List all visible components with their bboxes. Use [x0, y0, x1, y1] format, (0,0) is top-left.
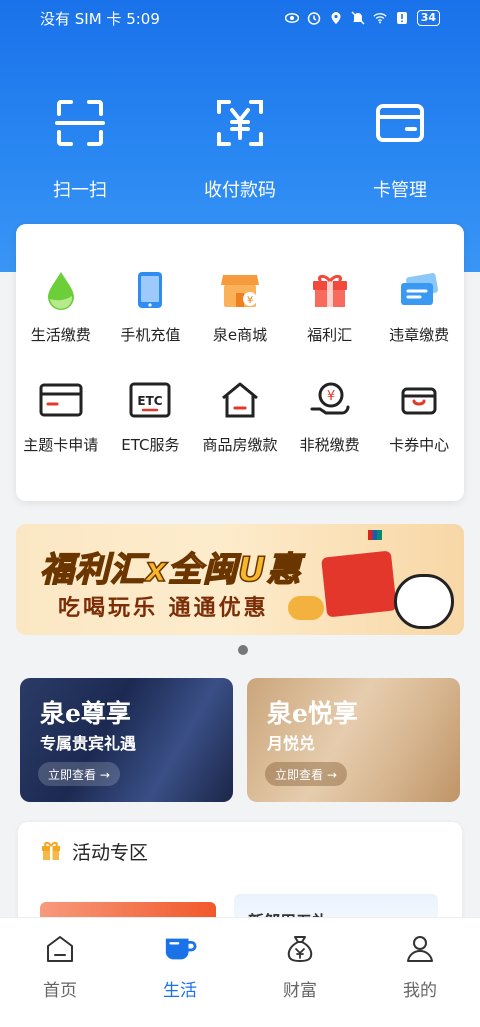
banner-title: 福利汇x全闽U惠 — [39, 549, 302, 591]
house-icon — [218, 378, 262, 422]
svg-text:¥: ¥ — [326, 389, 334, 404]
promo-monthly-view-button[interactable]: 立即查看 → — [265, 762, 347, 786]
life-payment-label: 生活缴费 — [30, 326, 91, 344]
house-payment-label: 商品房缴款 — [202, 436, 278, 454]
services-panel: 生活缴费 手机充值 ¥ 泉e商城 福利汇 违章缴费 主题卡申请 ETC ETC服… — [16, 224, 464, 501]
bottom-tab-bar: 首页 生活 财富 我的 — [0, 917, 480, 1027]
tab-wealth-label: 财富 — [283, 981, 317, 1001]
wifi-icon — [373, 11, 387, 25]
tab-mine[interactable]: 我的 — [360, 918, 480, 1027]
banner-subtitle: 吃喝玩乐 通通优惠 — [58, 596, 269, 621]
carousel-indicator — [238, 645, 248, 655]
etc-service-button[interactable]: ETC ETC服务 — [106, 378, 196, 455]
alarm-icon — [307, 11, 321, 25]
traffic-fine-button[interactable]: 违章缴费 — [374, 268, 464, 345]
promo-banner[interactable]: 福利汇x全闽U惠 吃喝玩乐 通通优惠 — [16, 524, 464, 635]
coupon-icon — [397, 378, 441, 422]
theme-card-icon — [39, 378, 83, 422]
theme-card-button[interactable]: 主题卡申请 — [16, 378, 106, 455]
e-mall-button[interactable]: ¥ 泉e商城 — [195, 268, 285, 345]
scan-label: 扫一扫 — [53, 180, 107, 201]
svg-text:ETC: ETC — [138, 394, 163, 408]
payment-code-button[interactable]: 收付款码 — [160, 96, 320, 202]
hand-coin-icon: ¥ — [308, 378, 352, 422]
user-icon — [403, 932, 437, 966]
non-tax-button[interactable]: ¥ 非税缴费 — [285, 378, 375, 455]
shop-icon: ¥ — [218, 268, 262, 312]
promo-vip-subtitle: 专属贵宾礼遇 — [40, 734, 137, 753]
phone-recharge-button[interactable]: 手机充值 — [106, 268, 196, 345]
money-bag-icon — [283, 932, 317, 966]
welfare-button[interactable]: 福利汇 — [285, 268, 375, 345]
promo-vip-view-button[interactable]: 立即查看 → — [38, 762, 120, 786]
coupon-center-button[interactable]: 卡券中心 — [374, 378, 464, 455]
tab-life-label: 生活 — [163, 981, 197, 1001]
status-time: 没有 SIM 卡 5:09 — [40, 9, 160, 28]
coupon-center-label: 卡券中心 — [389, 436, 450, 454]
house-payment-button[interactable]: 商品房缴款 — [195, 378, 285, 455]
tab-mine-label: 我的 — [403, 981, 437, 1001]
ticket-icon — [397, 268, 441, 312]
theme-card-label: 主题卡申请 — [23, 436, 99, 454]
promo-monthly-title: 泉e悦享 — [267, 699, 358, 728]
water-drop-icon — [39, 268, 83, 312]
phone-icon — [128, 268, 172, 312]
tab-home[interactable]: 首页 — [0, 918, 120, 1027]
card-icon — [373, 96, 427, 154]
tab-life[interactable]: 生活 — [120, 918, 240, 1027]
tab-wealth[interactable]: 财富 — [240, 918, 360, 1027]
etc-service-label: ETC服务 — [121, 436, 180, 454]
battery-indicator: 34 — [416, 10, 440, 26]
services-row-1: 生活缴费 手机充值 ¥ 泉e商城 福利汇 违章缴费 — [16, 268, 464, 345]
e-mall-label: 泉e商城 — [212, 326, 268, 344]
status-bar: 没有 SIM 卡 5:09 34 — [0, 0, 480, 36]
mute-icon — [351, 11, 365, 25]
eye-icon — [284, 11, 299, 25]
card-manage-button[interactable]: 卡管理 — [320, 96, 480, 202]
gift-box-icon — [40, 839, 62, 865]
scan-icon — [53, 96, 107, 154]
payment-code-icon — [213, 96, 267, 154]
services-row-2: 主题卡申请 ETC ETC服务 商品房缴款 ¥ 非税缴费 卡券中心 — [16, 378, 464, 455]
red-gift-graphic — [321, 550, 397, 618]
unionpay-logo — [368, 530, 382, 540]
etc-icon: ETC — [128, 378, 172, 422]
promo-card-monthly[interactable]: 泉e悦享 月悦兑 立即查看 → — [247, 678, 460, 802]
quick-actions: 扫一扫 收付款码 卡管理 — [0, 96, 480, 202]
promo-vip-title: 泉e尊享 — [40, 699, 131, 728]
activity-title: 活动专区 — [72, 842, 149, 864]
traffic-fine-label: 违章缴费 — [389, 326, 450, 344]
welfare-label: 福利汇 — [307, 326, 353, 344]
location-icon — [329, 11, 343, 25]
phone-recharge-label: 手机充值 — [120, 326, 181, 344]
home-icon — [43, 932, 77, 966]
promo-monthly-subtitle: 月悦兑 — [267, 734, 316, 753]
panda-graphic — [394, 574, 454, 629]
svg-text:¥: ¥ — [247, 295, 253, 306]
card-manage-label: 卡管理 — [373, 180, 427, 201]
non-tax-label: 非税缴费 — [299, 436, 360, 454]
coin-graphic — [288, 596, 324, 620]
scan-button[interactable]: 扫一扫 — [0, 96, 160, 202]
gift-icon — [308, 268, 352, 312]
life-payment-button[interactable]: 生活缴费 — [16, 268, 106, 345]
promo-card-vip[interactable]: 泉e尊享 专属贵宾礼遇 立即查看 → — [20, 678, 233, 802]
cup-icon — [163, 932, 197, 966]
activity-header: 活动专区 — [40, 838, 148, 865]
tab-home-label: 首页 — [43, 981, 77, 1001]
alert-icon — [395, 11, 409, 25]
payment-code-label: 收付款码 — [204, 180, 276, 201]
